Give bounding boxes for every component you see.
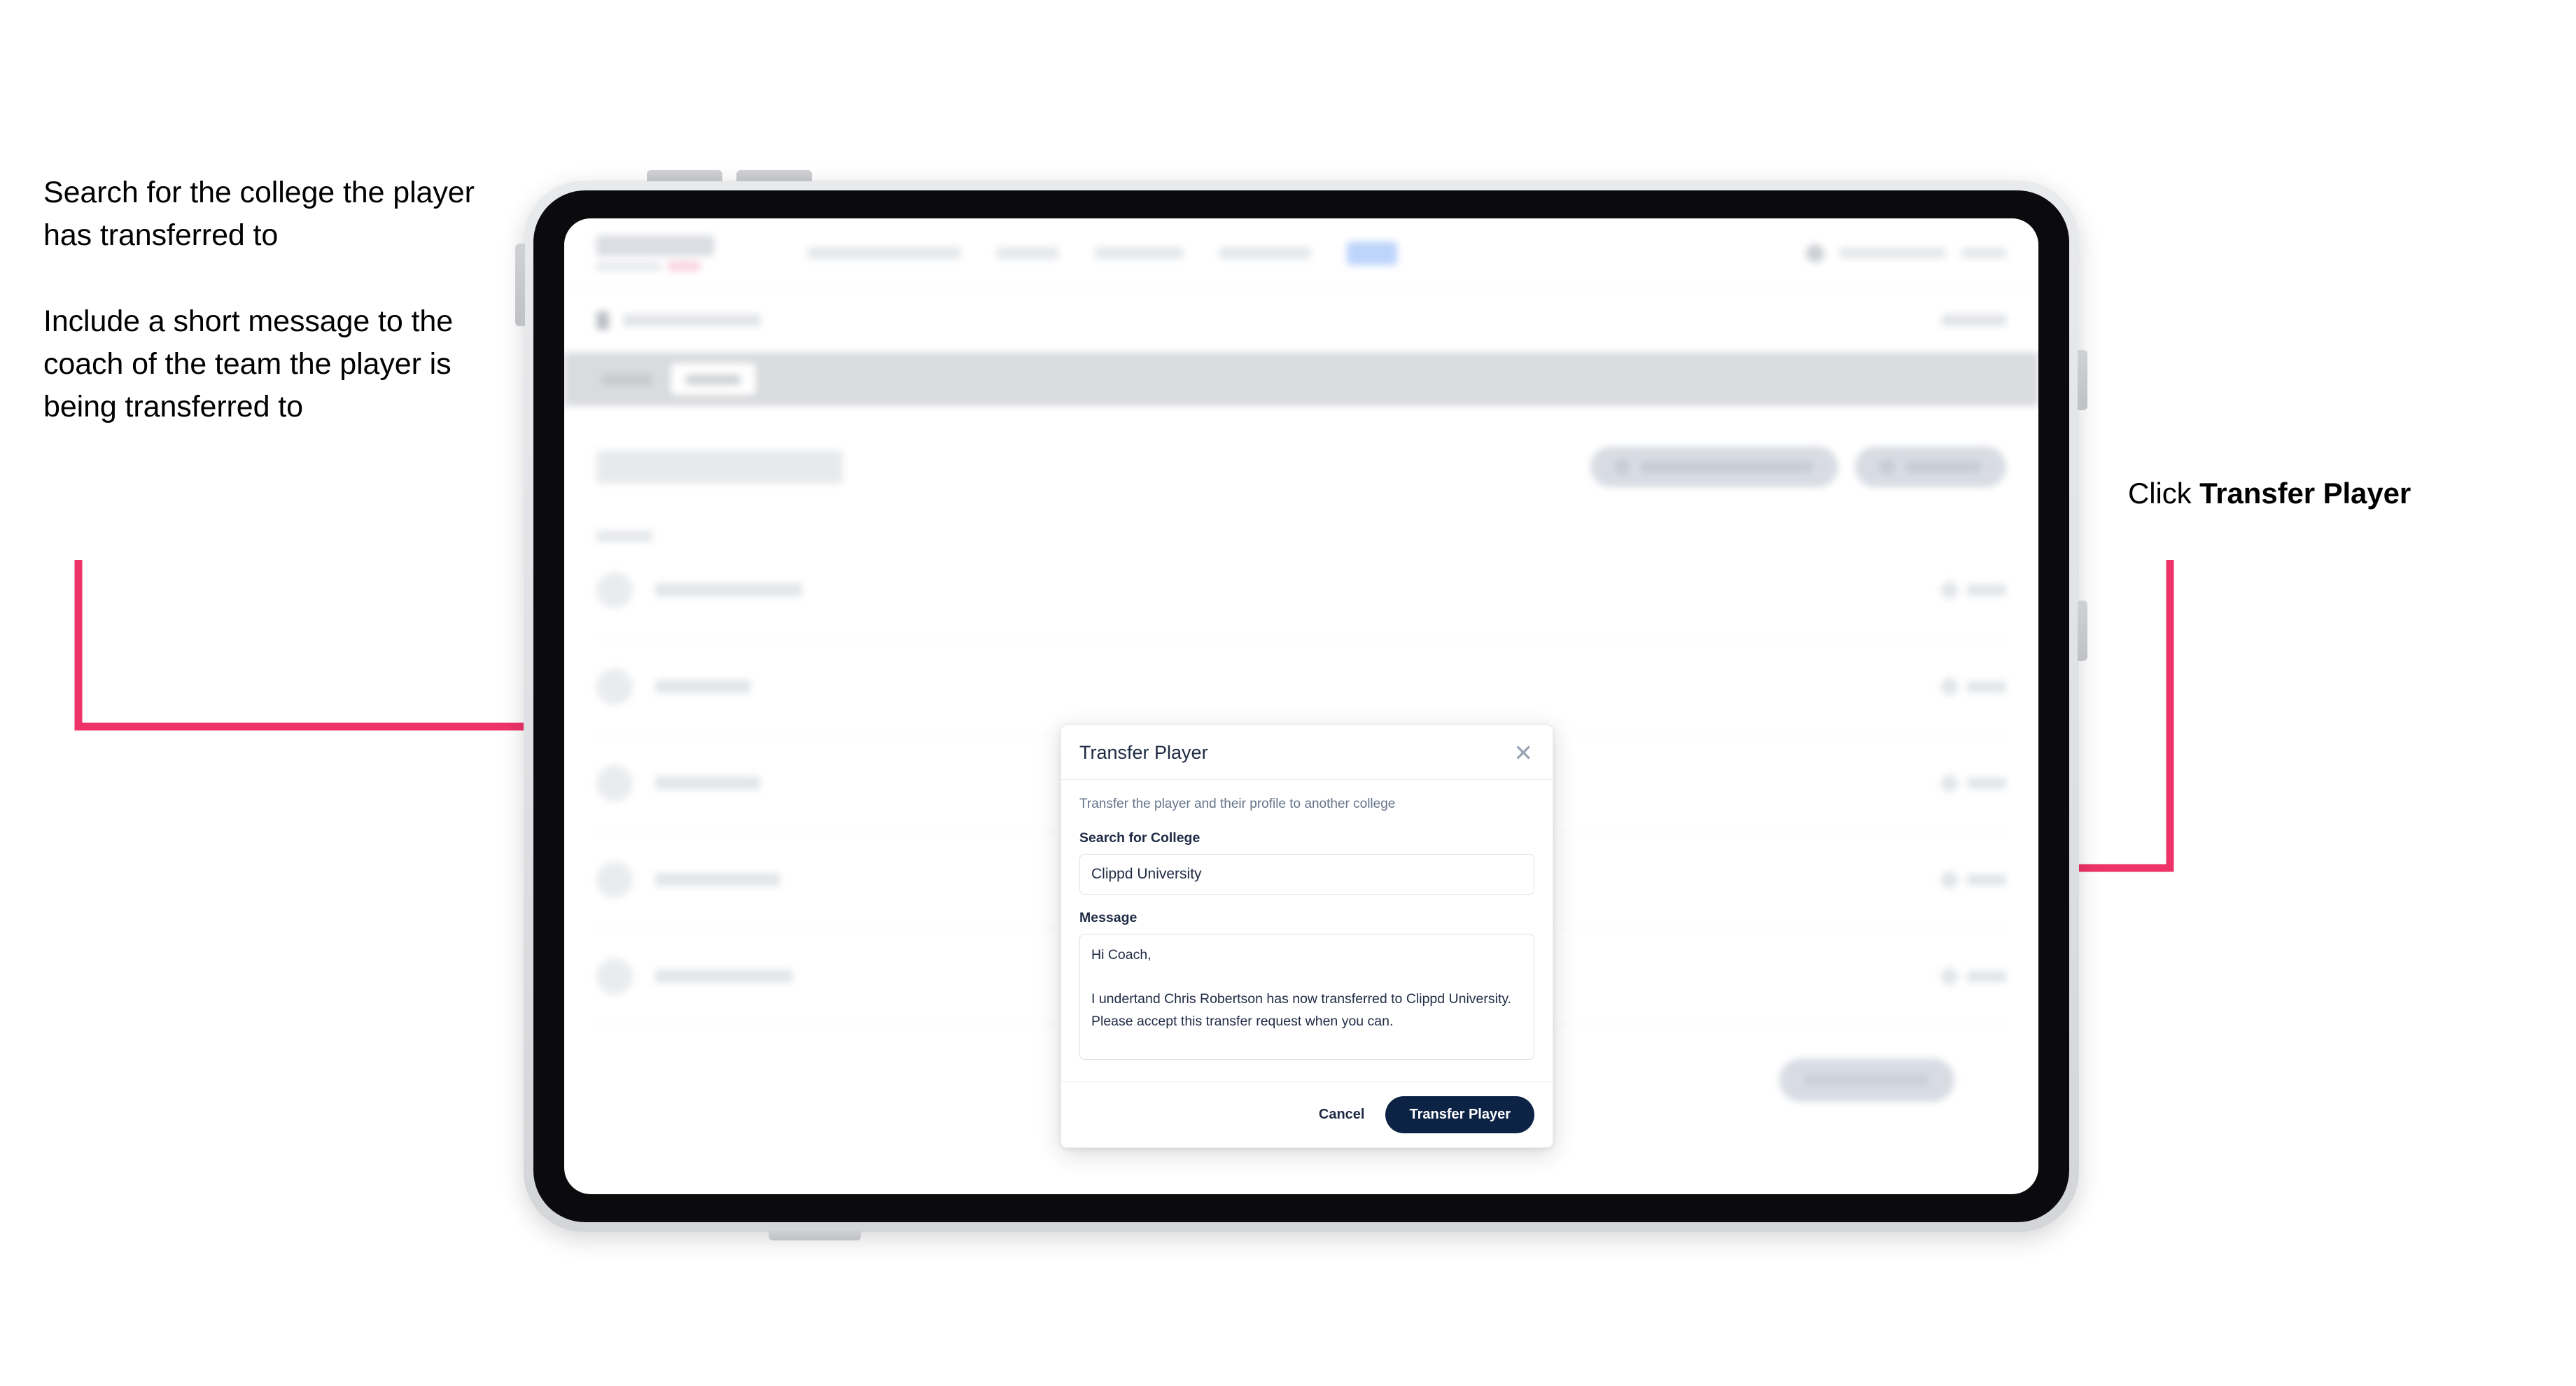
transfer-player-button[interactable]: Transfer Player	[1385, 1096, 1534, 1133]
user-email-label	[1840, 248, 1946, 258]
breadcrumb-bar	[564, 288, 2038, 353]
brand-logo-badge	[668, 261, 700, 271]
tablet-device: Transfer Player ✕ Transfer the player an…	[524, 181, 2079, 1232]
search-college-input[interactable]	[1079, 854, 1534, 895]
player-name	[655, 969, 792, 983]
request-player-transfer-label	[1641, 461, 1813, 472]
annotation-left-line-2: Include a short message to the coach of …	[43, 304, 454, 424]
roster-column-header-name	[596, 531, 652, 542]
edit-player-link[interactable]	[1938, 578, 2006, 601]
pencil-icon	[1938, 965, 1961, 988]
power-button[interactable]	[515, 244, 525, 326]
connector-port	[769, 1231, 861, 1240]
volume-down-button[interactable]	[736, 170, 812, 181]
pencil-icon	[1938, 868, 1961, 891]
player-name	[655, 873, 780, 886]
avatar	[596, 861, 633, 898]
avatar	[596, 958, 633, 995]
plus-icon	[1880, 460, 1894, 474]
cancel-button[interactable]: Cancel	[1316, 1101, 1368, 1128]
college-field-label: Search for College	[1079, 830, 1200, 846]
pencil-icon	[1938, 675, 1961, 698]
dialog-footer: Cancel Transfer Player	[1061, 1082, 1553, 1147]
pencil-icon	[1938, 578, 1961, 601]
nav-item-admin-pill[interactable]	[1347, 241, 1397, 265]
avatar	[596, 668, 633, 705]
request-player-transfer-button[interactable]	[1590, 447, 1838, 487]
edit-label	[1967, 584, 2006, 596]
player-name	[655, 776, 760, 790]
dialog-description: Transfer the player and their profile to…	[1079, 797, 1396, 811]
annotation-right-prefix: Click	[2128, 477, 2200, 510]
player-name	[655, 583, 802, 596]
annotation-left: Search for the college the player has tr…	[43, 172, 491, 428]
edit-player-link[interactable]	[1938, 965, 2006, 988]
message-field-label: Message	[1079, 910, 1138, 925]
pencil-icon	[1938, 771, 1961, 794]
brand-logo-subtitle	[596, 261, 731, 271]
nav-item-analytics[interactable]	[1219, 247, 1310, 259]
player-name	[655, 680, 750, 693]
annotation-right: Click Transfer Player	[2128, 472, 2520, 514]
edit-label	[1967, 680, 2006, 692]
edit-label	[1967, 970, 2006, 982]
tab-bar	[564, 353, 2038, 406]
close-icon[interactable]: ✕	[1512, 741, 1534, 764]
sign-out-link[interactable]	[1961, 248, 2006, 258]
dialog-title: Transfer Player	[1079, 742, 1208, 763]
volume-up-button[interactable]	[647, 170, 722, 181]
breadcrumb-action-link[interactable]	[1942, 314, 2006, 326]
nav-links	[808, 241, 1397, 265]
add-player-button[interactable]	[1855, 447, 2006, 487]
transfer-player-dialog: Transfer Player ✕ Transfer the player an…	[1060, 724, 1553, 1148]
nav-item-tournaments[interactable]	[808, 247, 960, 259]
page-title	[596, 450, 843, 484]
page-header-actions	[1590, 447, 2006, 487]
message-textarea[interactable]	[1079, 934, 1534, 1060]
avatar	[596, 764, 633, 802]
brand-logo-wordmark	[596, 235, 714, 256]
tablet-screen: Transfer Player ✕ Transfer the player an…	[564, 218, 2038, 1194]
edit-player-link[interactable]	[1938, 771, 2006, 794]
user-avatar-icon[interactable]	[1806, 244, 1824, 262]
annotation-left-line-1: Search for the college the player has tr…	[43, 176, 475, 253]
add-player-label	[1905, 461, 1981, 472]
page-header	[596, 447, 2006, 487]
tab-roster[interactable]	[671, 363, 756, 396]
top-navigation-bar	[564, 218, 2038, 288]
table-row[interactable]	[596, 542, 2006, 638]
brand-logo-subtitle-text	[596, 262, 661, 270]
breadcrumb-text	[623, 314, 760, 326]
nav-item-teams[interactable]	[997, 247, 1058, 259]
tab-details[interactable]	[591, 363, 664, 396]
nav-item-scoreboard[interactable]	[1095, 247, 1183, 259]
transfer-icon	[1616, 460, 1630, 474]
edit-player-link[interactable]	[1938, 868, 2006, 891]
table-row[interactable]	[596, 638, 2006, 735]
dialog-body: Transfer the player and their profile to…	[1061, 780, 1553, 1082]
brand-logo[interactable]	[596, 235, 731, 271]
dialog-header: Transfer Player ✕	[1061, 725, 1553, 780]
edit-player-link[interactable]	[1938, 675, 2006, 698]
edit-label	[1967, 874, 2006, 886]
nav-right-cluster	[1806, 244, 2006, 262]
annotation-right-bold: Transfer Player	[2199, 477, 2412, 510]
breadcrumb-icon	[596, 311, 609, 330]
side-button-upper[interactable]	[2078, 350, 2087, 410]
edit-label	[1967, 777, 2006, 789]
side-button-lower[interactable]	[2078, 601, 2087, 661]
tablet-bezel: Transfer Player ✕ Transfer the player an…	[533, 190, 2069, 1222]
save-roster-changes-button[interactable]	[1779, 1058, 1954, 1102]
avatar	[596, 571, 633, 608]
